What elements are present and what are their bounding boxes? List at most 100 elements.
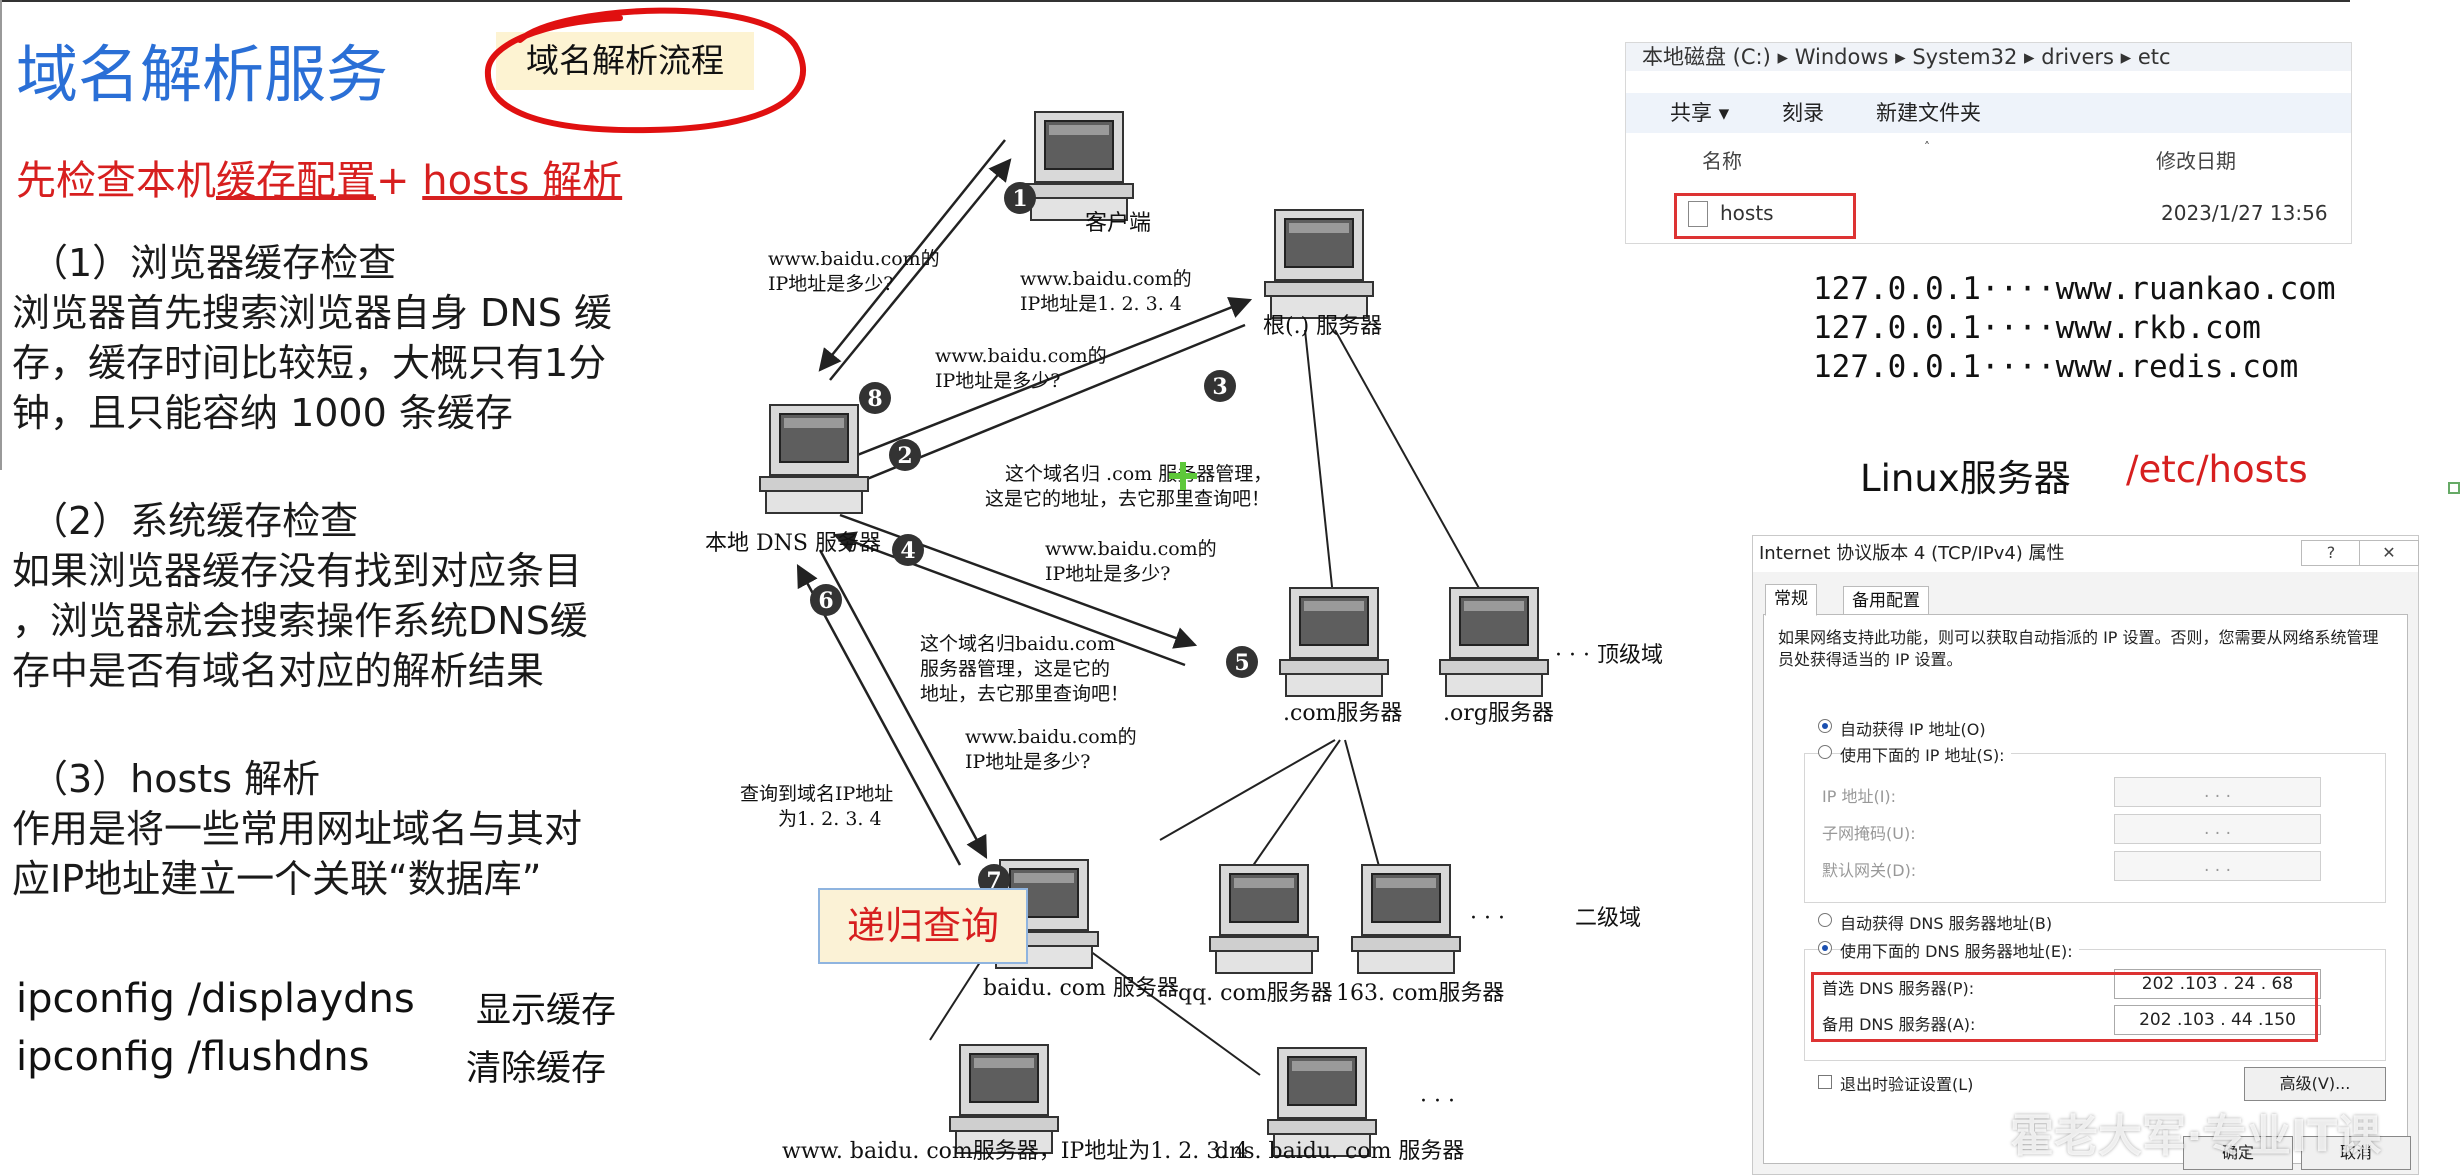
msg-ref2-line1: 这个域名归baidu.com [920, 633, 1115, 655]
step-3: 3 [1212, 374, 1227, 400]
close-button[interactable]: ✕ [2359, 540, 2419, 566]
msg-q6-line1: www.baidu.com的 [965, 726, 1137, 748]
step-1: 1 [1012, 186, 1027, 212]
tab-alternate[interactable]: 备用配置 [1843, 586, 1929, 616]
column-date[interactable]: 修改日期 [2156, 139, 2236, 183]
dns-highlight-box [1811, 972, 2318, 1042]
qq-server-label: qq. com服务器 [1178, 981, 1333, 1006]
section-heading: （1）浏览器缓存检查 [30, 241, 397, 285]
command-displaydns: ipconfig /displaydns [16, 976, 415, 1022]
subnet-field[interactable]: . . . [2114, 814, 2321, 844]
share-menu[interactable]: 共享 ▾ [1670, 93, 1729, 133]
section-line: 存，缓存时间比较短，大概只有1分 [12, 341, 607, 385]
msg-q4-line1: www.baidu.com的 [1045, 538, 1217, 560]
breadcrumb[interactable]: 本地磁盘 (C:) ▸ Windows ▸ System32 ▸ drivers… [1626, 43, 2351, 71]
watermark: 霍老大军·专业IT课 [2010, 1111, 2382, 1162]
tcpip-properties-dialog: Internet 协议版本 4 (TCP/IPv4) 属性 ? ✕ 常规 备用配… [1752, 535, 2419, 1175]
section-system-cache: （2）系统缓存检查 如果浏览器缓存没有找到对应条目 ，浏览器就会搜索操作系统DN… [12, 496, 588, 696]
www-server-label: www. baidu. com服务器，IP地址为1. 2. 3. 4 [782, 1139, 1248, 1164]
command-note-display: 显示缓存 [476, 991, 617, 1031]
msg-ref1-line1: 这个域名归 .com 服务器管理， [1005, 463, 1272, 485]
client-computer-icon [1024, 111, 1134, 221]
step-5: 5 [1234, 650, 1249, 676]
s163-server-label: 163. com服务器 [1336, 981, 1504, 1006]
gateway-label: 默认网关(D): [1822, 861, 1917, 880]
section-line: 存中是否有域名对应的解析结果 [12, 649, 545, 693]
command-flushdns: ipconfig /flushdns [16, 1034, 370, 1080]
sld-label: 二级域 [1575, 906, 1641, 931]
ip-address-field[interactable]: . . . [2114, 777, 2321, 807]
manual-dns-radio[interactable] [1818, 941, 1832, 955]
subtitle-part1: 先检查本机 [16, 158, 216, 204]
subtitle: 先检查本机缓存配置+ hosts 解析 [16, 148, 622, 206]
auto-dns-label: 自动获得 DNS 服务器地址(B) [1840, 914, 2053, 933]
msg-q3-line2: IP地址是多少? [935, 370, 1060, 392]
section-browser-cache: （1）浏览器缓存检查 浏览器首先搜索浏览器自身 DNS 缓 存，缓存时间比较短，… [12, 238, 612, 438]
help-button[interactable]: ? [2301, 540, 2361, 566]
msg-q3-line1: www.baidu.com的 [935, 345, 1107, 367]
linux-hosts-path: /etc/hosts [2126, 448, 2308, 491]
auto-dns-radio[interactable] [1818, 913, 1832, 927]
msg-answer-line1: www.baidu.com的 [1020, 268, 1192, 290]
org-server-icon [1439, 587, 1549, 697]
root-server-icon [1264, 209, 1374, 319]
msg-q1-line2: IP地址是多少? [768, 273, 893, 295]
column-name[interactable]: 名称 [1702, 139, 1742, 183]
section-line: 作用是将一些常用网址域名与其对 [12, 807, 583, 851]
section-heading: （3）hosts 解析 [30, 757, 321, 801]
section-line: 如果浏览器缓存没有找到对应条目 [12, 549, 583, 593]
command-note-flush: 清除缓存 [466, 1049, 607, 1089]
root-server-label: 根(.) 服务器 [1263, 314, 1382, 339]
small-square-marker [2448, 482, 2460, 494]
dialog-description: 如果网络支持此功能，则可以获取自动指派的 IP 设置。否则，您需要从网络系统管理… [1778, 628, 2379, 669]
subtitle-part2: 缓存配置 [216, 158, 376, 204]
sort-chevron-icon: ˄ [1924, 140, 1930, 154]
local-dns-server-icon [759, 404, 869, 514]
linux-server-label: Linux服务器 [1860, 457, 2071, 500]
com-server-label: .com服务器 [1283, 701, 1402, 726]
file-explorer-panel: 本地磁盘 (C:) ▸ Windows ▸ System32 ▸ drivers… [1625, 42, 2352, 244]
auto-ip-radio[interactable] [1818, 719, 1832, 733]
left-divider [0, 0, 2, 470]
www-baidu-server-icon [949, 1044, 1059, 1154]
tab-general[interactable]: 常规 [1765, 584, 1817, 616]
dns-resolution-diagram: 1 8 3 2 4 6 5 7 客户端 根(.) 服务器 本地 DNS 服务器 … [705, 111, 1663, 1164]
msg-found-line2: 为1. 2. 3. 4 [778, 808, 882, 830]
s163-server-icon [1351, 864, 1461, 974]
org-server-label: .org服务器 [1443, 701, 1554, 726]
section-line: 浏览器首先搜索浏览器自身 DNS 缓 [12, 291, 612, 335]
section-line: 应IP地址建立一个关联“数据库” [12, 857, 542, 901]
advanced-button[interactable]: 高级(V)... [2244, 1067, 2386, 1101]
com-server-icon [1279, 587, 1389, 697]
hosts-entry: 127.0.0.1····www.redis.com [1813, 349, 2299, 385]
dns-baidu-server-label: dns. baidu. com 服务器 [1215, 1139, 1464, 1164]
step-2: 2 [897, 443, 912, 469]
baidu-server-label: baidu. com 服务器 [983, 976, 1179, 1001]
tld-label: · · · 顶级域 [1555, 643, 1663, 668]
burn-button[interactable]: 刻录 [1782, 93, 1824, 133]
subtitle-part3: + [376, 158, 423, 204]
hosts-highlight-box [1674, 193, 1856, 239]
subnet-label: 子网掩码(U): [1822, 824, 1916, 843]
hosts-entries: 127.0.0.1····www.ruankao.com 127.0.0.1···… [1813, 270, 2336, 387]
msg-ref1-line2: 这是它的地址，去它那里查询吧！ [985, 488, 1270, 510]
step-4: 4 [900, 538, 915, 564]
msg-answer-line2: IP地址是1. 2. 3. 4 [1020, 293, 1182, 315]
local-dns-label: 本地 DNS 服务器 [705, 531, 881, 556]
dialog-body: 如果网络支持此功能，则可以获取自动指派的 IP 设置。否则，您需要从网络系统管理… [1763, 614, 2408, 1164]
validate-checkbox[interactable] [1818, 1075, 1832, 1089]
manual-ip-radio[interactable] [1818, 745, 1832, 759]
hosts-entry: 127.0.0.1····www.rkb.com [1813, 310, 2261, 346]
column-header: 名称 ˄ 修改日期 [1626, 139, 2351, 183]
gateway-field[interactable]: . . . [2114, 851, 2321, 881]
dots-second-level: · · · [1470, 906, 1505, 931]
subtitle-part4: hosts 解析 [422, 158, 623, 204]
manual-dns-label: 使用下面的 DNS 服务器地址(E): [1840, 938, 2079, 962]
msg-ref2-line3: 地址，去它那里查询吧！ [920, 683, 1129, 705]
step-6: 6 [818, 588, 833, 614]
section-line: 钟，且只能容纳 1000 条缓存 [12, 391, 513, 435]
step-8: 8 [867, 386, 882, 412]
section-hosts: （3）hosts 解析 作用是将一些常用网址域名与其对 应IP地址建立一个关联“… [12, 754, 582, 904]
msg-q4-line2: IP地址是多少? [1045, 563, 1170, 585]
qq-server-icon [1209, 864, 1319, 974]
